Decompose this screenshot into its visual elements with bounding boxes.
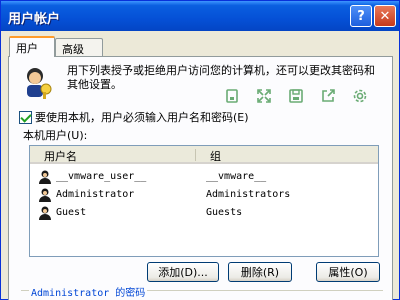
require-login-row[interactable]: 要使用本机，用户必须输入用户名和密码(E) bbox=[19, 109, 249, 125]
users-list[interactable]: 用户名 组 __vmware_user__ __vmware__ Adminis… bbox=[29, 145, 379, 257]
save-icon bbox=[289, 89, 303, 103]
user-group: __vmware__ bbox=[206, 171, 267, 182]
close-button[interactable]: ✕ bbox=[374, 5, 396, 27]
properties-button[interactable]: 属性(O) bbox=[316, 262, 380, 282]
user-group: Administrators bbox=[206, 189, 291, 200]
password-group: Administrator 的密码 bbox=[21, 284, 383, 300]
users-list-label: 本机用户(U): bbox=[23, 129, 88, 142]
save-button[interactable] bbox=[281, 83, 311, 109]
user-icon bbox=[39, 206, 51, 220]
tab-users[interactable]: 用户 bbox=[9, 36, 55, 57]
user-icon bbox=[39, 188, 51, 202]
expand-button[interactable] bbox=[249, 83, 279, 109]
require-login-checkbox[interactable] bbox=[19, 110, 32, 124]
remove-user-button[interactable]: 删除(R) bbox=[228, 262, 292, 282]
users-keys-icon bbox=[27, 68, 52, 99]
table-row[interactable]: Administrator Administrators bbox=[30, 187, 378, 204]
copy-icon bbox=[226, 89, 238, 103]
tab-advanced[interactable]: 高级 bbox=[55, 38, 103, 56]
help-button[interactable]: ? bbox=[350, 5, 372, 27]
add-user-button[interactable]: 添加(D)... bbox=[147, 262, 219, 282]
user-accounts-window: 用户帐户 ? ✕ 用户 高级 用下列表授予或拒绝用户访问您的计算机，还可以更改其… bbox=[0, 0, 400, 300]
settings-button[interactable] bbox=[345, 83, 375, 109]
user-name: __vmware_user__ bbox=[56, 171, 147, 182]
users-list-header: 用户名 组 bbox=[30, 146, 378, 164]
require-login-label[interactable]: 要使用本机，用户必须输入用户名和密码(E) bbox=[35, 109, 249, 125]
user-icon bbox=[39, 170, 51, 184]
table-row[interactable]: Guest Guests bbox=[30, 205, 378, 222]
share-button[interactable] bbox=[313, 83, 343, 109]
user-name: Guest bbox=[56, 207, 87, 218]
users-tab-panel: 用下列表授予或拒绝用户访问您的计算机，还可以更改其密码和其他设置。 要使用本机，… bbox=[8, 56, 393, 300]
window-title: 用户帐户 bbox=[8, 12, 61, 27]
expand-icon bbox=[257, 89, 271, 103]
column-header-username[interactable]: 用户名 bbox=[44, 148, 77, 164]
password-group-label: Administrator 的密码 bbox=[29, 284, 148, 299]
share-icon bbox=[322, 89, 335, 102]
floating-toolbar bbox=[217, 83, 387, 109]
column-header-group[interactable]: 组 bbox=[210, 148, 221, 164]
user-group: Guests bbox=[206, 207, 243, 218]
title-bar[interactable]: 用户帐户 ? ✕ bbox=[1, 1, 399, 31]
user-name: Administrator bbox=[56, 189, 135, 200]
table-row[interactable]: __vmware_user__ __vmware__ bbox=[30, 169, 378, 186]
column-separator[interactable] bbox=[195, 149, 196, 161]
copy-button[interactable] bbox=[217, 83, 247, 109]
settings-icon bbox=[353, 89, 367, 103]
